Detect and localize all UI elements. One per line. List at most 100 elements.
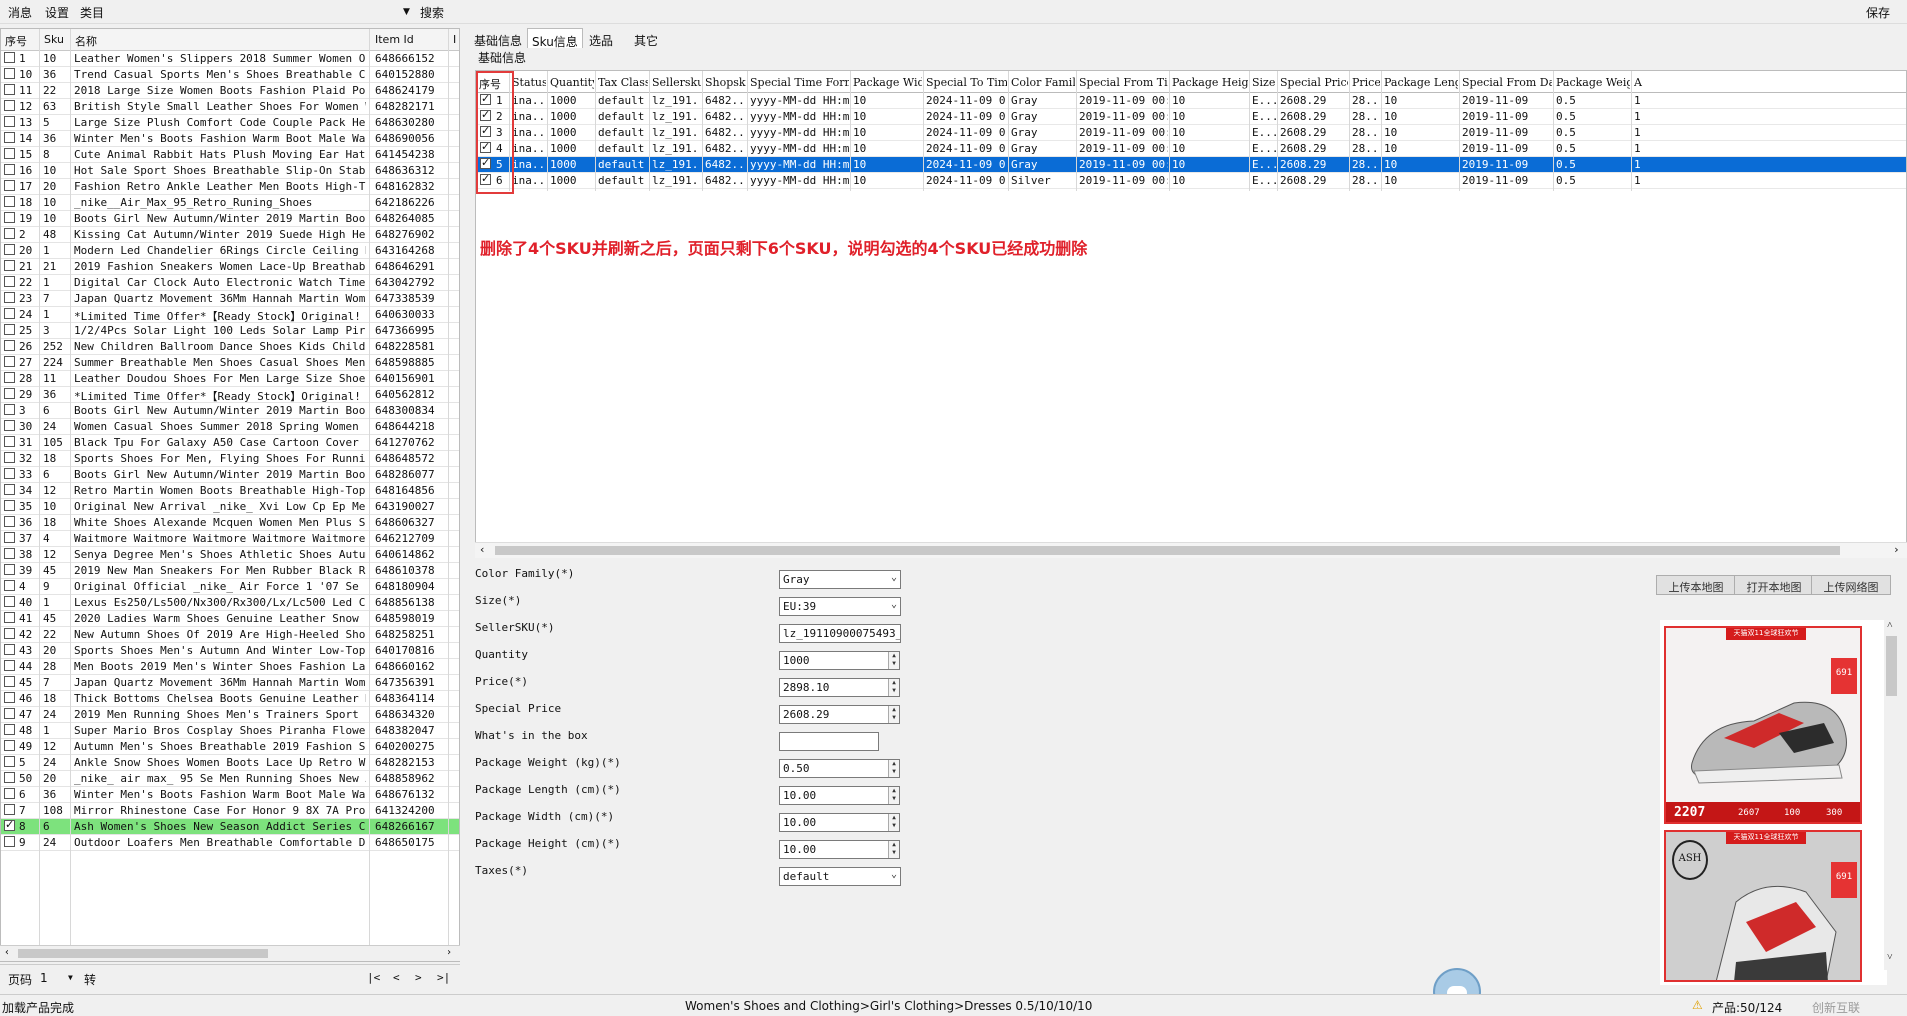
spinner-arrows-icon[interactable]: ▲ ▼ (888, 814, 899, 831)
scroll-right-icon[interactable]: › (1893, 543, 1900, 556)
scroll-thumb[interactable] (495, 546, 1840, 555)
form-number-input[interactable]: 10.00 ▲ ▼ (779, 786, 900, 805)
left-horizontal-scrollbar[interactable]: ‹ › (0, 945, 460, 961)
sku-row[interactable]: 2ina...1000defaultlz_191...6482...yyyy-M… (476, 109, 1906, 125)
spinner-arrows-icon[interactable]: ▲ ▼ (888, 760, 899, 777)
form-number-input[interactable]: 1000 ▲ ▼ (779, 651, 900, 670)
row-checkbox[interactable] (4, 260, 15, 271)
row-checkbox[interactable] (4, 756, 15, 767)
sku-row[interactable]: 4ina...1000defaultlz_191...6482...yyyy-M… (476, 141, 1906, 157)
scroll-thumb[interactable] (1886, 636, 1897, 696)
spinner-arrows-icon[interactable]: ▲ ▼ (888, 652, 899, 669)
form-select[interactable]: EU:39 ⌄ (779, 597, 901, 616)
sku-row[interactable]: 5ina...1000defaultlz_191...6482...yyyy-M… (476, 157, 1906, 173)
scroll-down-icon[interactable]: ˅ (1887, 952, 1893, 963)
row-checkbox[interactable] (4, 404, 15, 415)
form-text-input[interactable]: lz_19110900075493_5 (779, 624, 901, 643)
form-number-input[interactable]: 10.00 ▲ ▼ (779, 813, 900, 832)
row-checkbox[interactable] (4, 356, 15, 367)
row-checkbox[interactable] (4, 116, 15, 127)
row-checkbox[interactable] (4, 692, 15, 703)
row-checkbox[interactable] (4, 212, 15, 223)
row-checkbox[interactable] (4, 84, 15, 95)
chevron-down-icon[interactable]: ⌄ (891, 599, 897, 610)
form-select[interactable]: Gray ⌄ (779, 570, 901, 589)
row-checkbox[interactable] (4, 372, 15, 383)
row-checkbox[interactable] (4, 436, 15, 447)
sku-row[interactable]: 1 ina... 1000 default lz_191... 6482... yyyy-M… (476, 93, 1906, 109)
search-button[interactable]: 搜索 (420, 4, 444, 21)
tab-product-selection[interactable]: 选品 (585, 28, 617, 48)
sku-row[interactable]: 3ina...1000defaultlz_191...6482...yyyy-M… (476, 125, 1906, 141)
form-number-input[interactable]: 0.50 ▲ ▼ (779, 759, 900, 778)
row-checkbox[interactable] (4, 52, 15, 63)
header-item-id[interactable]: Item Id (375, 33, 414, 46)
row-checkbox[interactable] (4, 708, 15, 719)
row-checkbox[interactable] (4, 484, 15, 495)
sku-header-cell[interactable]: Special Time Format (750, 76, 849, 89)
row-checkbox[interactable] (4, 420, 15, 431)
scroll-left-icon[interactable]: ‹ (479, 543, 486, 556)
row-checkbox[interactable] (4, 164, 15, 175)
product-image-1[interactable]: 天猫双11全球狂欢节 691 2207 2607 100 300 (1664, 626, 1862, 824)
row-checkbox[interactable] (4, 308, 15, 319)
row-checkbox[interactable] (4, 740, 15, 751)
sku-header-cell[interactable]: Sellersku (652, 76, 701, 89)
row-checkbox[interactable] (4, 724, 15, 735)
spinner-arrows-icon[interactable]: ▲ ▼ (888, 706, 899, 723)
sku-header-cell[interactable]: Special To Time (926, 76, 1007, 89)
row-checkbox[interactable] (4, 228, 15, 239)
sku-header-cell[interactable]: A (1634, 76, 1650, 89)
scroll-right-icon[interactable]: › (446, 947, 452, 958)
row-checkbox[interactable] (4, 180, 15, 191)
spinner-arrows-icon[interactable]: ▲ ▼ (888, 841, 899, 858)
upload-local-image-button[interactable]: 上传本地图 (1656, 575, 1736, 595)
row-checkbox[interactable] (4, 660, 15, 671)
row-checkbox[interactable] (4, 772, 15, 783)
spinner-arrows-icon[interactable]: ▲ ▼ (888, 679, 899, 696)
row-checkbox[interactable] (4, 532, 15, 543)
row-checkbox[interactable] (4, 596, 15, 607)
row-checkbox[interactable] (4, 612, 15, 623)
row-checkbox[interactable] (4, 836, 15, 847)
row-checkbox[interactable] (4, 132, 15, 143)
header-index[interactable]: 序号 (5, 33, 27, 49)
row-checkbox[interactable] (4, 388, 15, 399)
row-checkbox[interactable] (4, 276, 15, 287)
scroll-up-icon[interactable]: ˄ (1887, 620, 1893, 631)
scroll-left-icon[interactable]: ‹ (4, 947, 10, 958)
row-checkbox[interactable] (4, 244, 15, 255)
row-checkbox[interactable] (4, 628, 15, 639)
row-checkbox[interactable] (4, 148, 15, 159)
row-checkbox[interactable] (4, 548, 15, 559)
scroll-thumb[interactable] (18, 949, 268, 958)
row-checkbox[interactable] (4, 292, 15, 303)
row-checkbox[interactable] (4, 68, 15, 79)
row-checkbox[interactable] (4, 804, 15, 815)
save-button[interactable]: 保存 (1866, 4, 1890, 21)
chevron-down-icon[interactable]: ⌄ (891, 572, 897, 583)
tab-other[interactable]: 其它 (630, 28, 662, 48)
row-checkbox[interactable] (4, 564, 15, 575)
last-page-button[interactable]: >| (437, 971, 450, 984)
sku-header-cell[interactable]: Package Width (853, 76, 922, 89)
form-number-input[interactable]: 10.00 ▲ ▼ (779, 840, 900, 859)
row-checkbox[interactable] (4, 196, 15, 207)
menu-settings[interactable]: 设置 (45, 4, 69, 21)
sku-header-cell[interactable]: Special Price (1280, 76, 1348, 89)
row-checkbox[interactable] (4, 644, 15, 655)
row-checkbox[interactable] (4, 340, 15, 351)
row-checkbox[interactable] (4, 516, 15, 527)
dropdown-arrow-icon[interactable]: ▼ (403, 7, 410, 17)
row-checkbox[interactable] (4, 820, 15, 831)
sku-header-cell[interactable]: Shopsku (705, 76, 746, 89)
sku-header-cell[interactable]: Color Family (1011, 76, 1075, 89)
sku-header-cell[interactable]: Status (512, 76, 546, 89)
sku-header-cell[interactable]: Price (1352, 76, 1380, 89)
row-checkbox[interactable] (4, 500, 15, 511)
page-dropdown-icon[interactable]: ▼ (68, 973, 73, 982)
sku-header-cell[interactable]: Package Height (1172, 76, 1248, 89)
form-number-input[interactable]: 2898.10 ▲ ▼ (779, 678, 900, 697)
sku-header-cell[interactable]: Special From Time (1079, 76, 1168, 89)
form-text-input[interactable] (779, 732, 879, 751)
